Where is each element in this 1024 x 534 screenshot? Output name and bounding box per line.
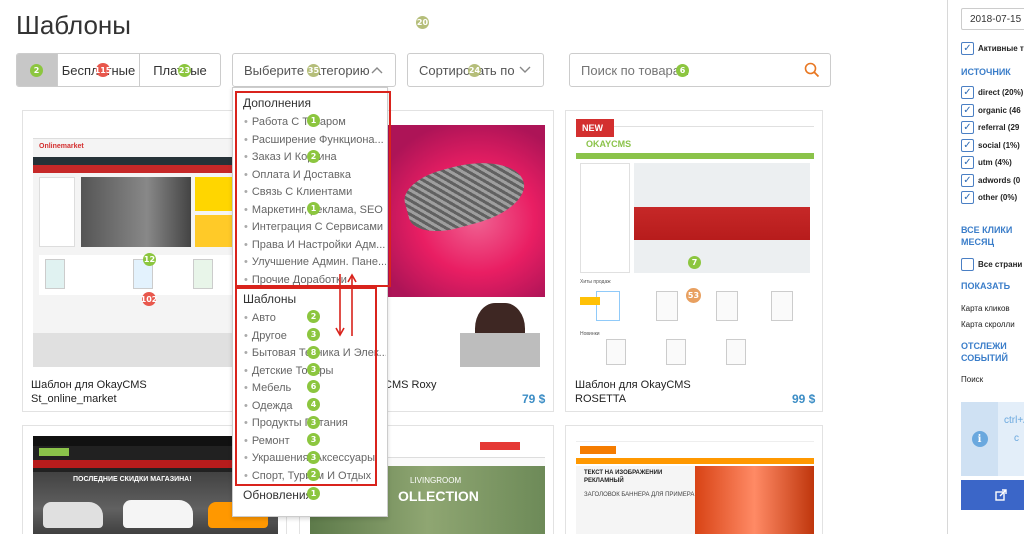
thumb-new-label: NEW bbox=[576, 119, 614, 137]
count-badge: 1 bbox=[307, 202, 320, 215]
count-badge: 3 bbox=[307, 328, 320, 341]
count-badge: 2 bbox=[307, 310, 320, 323]
source-checkbox-row[interactable]: organic (46 bbox=[961, 104, 1021, 117]
dropdown-item[interactable]: • Оплата И Доставка bbox=[244, 169, 386, 181]
checkbox[interactable] bbox=[961, 104, 974, 117]
count-badge: 115 bbox=[95, 63, 111, 77]
search-box bbox=[569, 53, 831, 87]
chevron-down-icon bbox=[519, 66, 531, 73]
source-checkbox-row[interactable]: social (1%) bbox=[961, 139, 1020, 152]
source-checkbox-row[interactable]: adwords (0 bbox=[961, 174, 1020, 187]
template-thumbnail[interactable]: ТЕКСТ НА ИЗОБРАЖЕНИИ РЕКЛАМНЫЙ ЗАГОЛОВОК… bbox=[576, 434, 814, 534]
source-checkbox-row[interactable]: referral (29 bbox=[961, 121, 1019, 134]
chevron-up-icon bbox=[371, 67, 383, 74]
thumb-hits-label: Хиты продаж bbox=[580, 279, 611, 285]
dropdown-item[interactable]: • Расширение Функциона... bbox=[244, 134, 386, 146]
checkbox[interactable] bbox=[961, 258, 974, 271]
thumb-logo: Onlinemarket bbox=[39, 143, 84, 150]
source-checkbox-row[interactable]: other (0%) bbox=[961, 191, 1017, 204]
card-price: 79 $ bbox=[522, 392, 546, 406]
count-badge: 2 bbox=[30, 64, 43, 77]
count-badge: 6 bbox=[676, 64, 689, 77]
source-checkbox-row[interactable]: utm (4%) bbox=[961, 156, 1012, 169]
sources-heading: ИСТОЧНИК bbox=[961, 67, 1011, 77]
count-badge: 3 bbox=[307, 433, 320, 446]
dropdown-item[interactable]: • Улучшение Админ. Пане... bbox=[244, 256, 386, 268]
checkbox[interactable] bbox=[961, 121, 974, 134]
thumb-news-label: Новинки bbox=[580, 331, 600, 337]
show-heading: ПОКАЗАТЬ bbox=[961, 281, 1011, 291]
card-subtitle[interactable]: St_online_market bbox=[31, 392, 117, 406]
thumb-banner-title: OLLECTION bbox=[398, 488, 479, 504]
count-badge: 8 bbox=[307, 346, 320, 359]
count-badge: 35 bbox=[307, 64, 320, 77]
checkbox[interactable] bbox=[961, 174, 974, 187]
annotation-arrows-icon bbox=[335, 273, 357, 337]
search-icon[interactable] bbox=[804, 62, 820, 78]
info-icon: i bbox=[971, 431, 988, 447]
click-map-link[interactable]: Карта кликов bbox=[961, 304, 1010, 313]
card-title[interactable]: Шаблон для OkayCMS bbox=[31, 378, 147, 392]
card-title[interactable]: Шаблон для OkayCMS bbox=[575, 378, 691, 392]
template-thumbnail[interactable]: NEW OKAYCMS Хиты продаж Новинки bbox=[576, 119, 814, 367]
checkbox[interactable] bbox=[961, 86, 974, 99]
thumb-banner-text: РЕКЛАМНЫЙ bbox=[584, 478, 624, 484]
card-subtitle[interactable]: ROSETTA bbox=[575, 392, 626, 406]
track-heading: ОТСЛЕЖИ bbox=[961, 341, 1007, 351]
count-badge: 3 bbox=[307, 451, 320, 464]
count-badge: 24 bbox=[468, 64, 481, 77]
analytics-panel: 2018-07-15 Активные то ИСТОЧНИК direct (… bbox=[947, 0, 1024, 534]
count-badge: 23 bbox=[178, 64, 191, 77]
thumb-banner-text: ЗАГОЛОВОК БАННЕРА ДЛЯ ПРИМЕРА bbox=[584, 492, 695, 498]
info-box: i ctrl+Ac bbox=[961, 402, 1024, 476]
count-badge: 6 bbox=[307, 380, 320, 393]
dropdown-item[interactable]: • Интеграция С Сервисами bbox=[244, 221, 386, 233]
thumb-banner-text: LIVINGROOM bbox=[410, 476, 462, 485]
dropdown-item[interactable]: • Прочие Доработки bbox=[244, 274, 386, 286]
count-badge: 53 bbox=[686, 288, 701, 303]
clicks-heading: ВСЕ КЛИКИ bbox=[961, 225, 1013, 235]
all-pages-checkbox-row[interactable]: Все страни bbox=[961, 258, 1022, 271]
page-title: Шаблоны bbox=[16, 10, 131, 40]
checkbox[interactable] bbox=[961, 42, 974, 55]
dropdown-group-title[interactable]: Обновления bbox=[243, 488, 312, 502]
count-badge: 1 bbox=[307, 487, 320, 500]
thumb-logo: OKAYCMS bbox=[586, 139, 632, 149]
checkbox[interactable] bbox=[961, 191, 974, 204]
track-heading: СОБЫТИЙ bbox=[961, 353, 1008, 363]
count-badge: 1 bbox=[307, 114, 320, 127]
count-badge: 20 bbox=[416, 16, 429, 29]
checkbox[interactable] bbox=[961, 156, 974, 169]
card-price: 99 $ bbox=[792, 392, 816, 406]
dropdown-group-title: Дополнения bbox=[243, 96, 311, 110]
count-badge: 2 bbox=[307, 468, 320, 481]
source-checkbox-row[interactable]: direct (20%) bbox=[961, 86, 1023, 99]
scroll-map-link[interactable]: Карта скролли bbox=[961, 320, 1015, 329]
count-badge: 2 bbox=[307, 150, 320, 163]
thumb-banner-text: ПОСЛЕДНИЕ СКИДКИ МАГАЗИНА! bbox=[73, 476, 192, 483]
active-checkbox-row[interactable]: Активные то bbox=[961, 42, 1024, 55]
dropdown-item[interactable]: • Связь С Клиентами bbox=[244, 186, 386, 198]
count-badge: 102 bbox=[141, 292, 157, 306]
card-title[interactable]: CMS Roxy bbox=[384, 378, 437, 392]
count-badge: 4 bbox=[307, 398, 320, 411]
open-external-button[interactable] bbox=[961, 480, 1024, 510]
sort-select-label: Сортировать по bbox=[419, 62, 515, 78]
count-badge: 7 bbox=[688, 256, 701, 269]
count-badge: 3 bbox=[307, 416, 320, 429]
clicks-heading: МЕСЯЦ bbox=[961, 237, 995, 247]
dropdown-group-title: Шаблоны bbox=[243, 292, 297, 306]
date-field[interactable]: 2018-07-15 bbox=[961, 8, 1024, 30]
template-card[interactable]: ТЕКСТ НА ИЗОБРАЖЕНИИ РЕКЛАМНЫЙ ЗАГОЛОВОК… bbox=[565, 425, 823, 534]
search-event-label[interactable]: Поиск bbox=[961, 375, 983, 384]
count-badge: 12 bbox=[143, 253, 156, 266]
count-badge: 3 bbox=[307, 363, 320, 376]
checkbox[interactable] bbox=[961, 139, 974, 152]
dropdown-item[interactable]: • Права И Настройки Адм... bbox=[244, 239, 386, 251]
thumb-banner-text: ТЕКСТ НА ИЗОБРАЖЕНИИ bbox=[584, 470, 663, 476]
external-link-icon bbox=[995, 489, 1007, 501]
